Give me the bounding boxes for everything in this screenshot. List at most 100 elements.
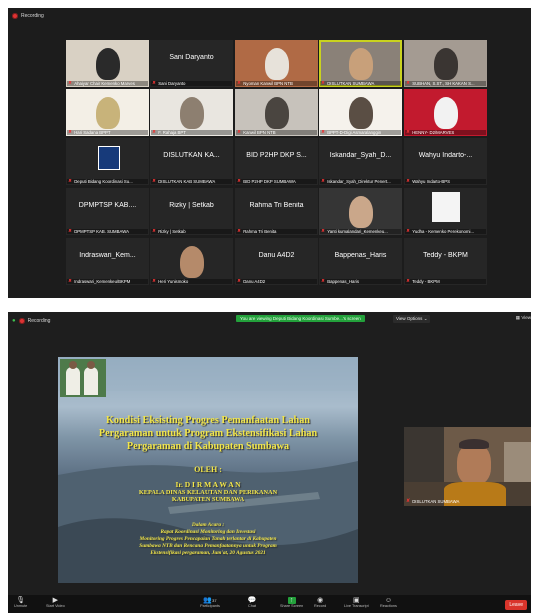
participant-tile[interactable]: Iskandar_Syah_D... ✘ Iskandar_Syah_Direktu… xyxy=(319,138,402,185)
participant-tile[interactable]: ✘ Ahaiyar Chair Kemenko Marves xyxy=(66,40,149,87)
active-speaker-video[interactable]: ✘ DISLUTKAN SUMBAWA xyxy=(404,427,531,506)
participant-name: Nyoman Kanwil BPN NTB xyxy=(243,81,293,86)
gallery-view-window: Recording ✘ Ahaiyar Chair Kemenko Marves S… xyxy=(8,8,531,298)
mic-muted-icon: ✘ xyxy=(237,81,242,86)
participant-tile[interactable]: ✘ Heri Yunismoko xyxy=(150,238,233,285)
participant-video-figure xyxy=(349,97,373,129)
participant-tile[interactable]: Rahma Tri Benita ✘ Rahma Tri Benita xyxy=(235,188,318,235)
slide-agenda: Dalam Acara : Rapat Koordinasi Monitorin… xyxy=(78,522,338,557)
participant-tile[interactable]: ✘ Kanwil BPN NTB xyxy=(235,89,318,136)
slide-title-line-2: Pergaraman untuk Program Ekstensifikasi … xyxy=(98,428,318,439)
participant-tile[interactable]: Rizky | Setkab ✘ Rizky | Setkab xyxy=(150,188,233,235)
mic-muted-icon: ✘ xyxy=(406,179,411,184)
unmute-button[interactable]: 🎙 Unmute xyxy=(14,597,27,608)
participant-caption: ✘ Sani Daryanto xyxy=(151,81,232,86)
participant-caption: ✘ Hari Sadana BPPT xyxy=(67,130,148,135)
participant-caption: ✘ Yanti kumalandari_Kemenkeu... xyxy=(320,229,401,234)
view-options-button[interactable]: View Options ⌄ xyxy=(393,315,431,323)
mic-muted-icon: ✘ xyxy=(237,229,242,234)
participant-video-figure xyxy=(96,97,120,129)
participant-tile[interactable]: DPMPTSP KAB.... ✘ DPMPTSP KAB. SUMBAWA xyxy=(66,188,149,235)
slide-agenda-line-3: Monitoring Progres Pencapaian Tanah terl… xyxy=(139,536,277,542)
participant-tile[interactable]: ✘ Deputi Bidang Koordinasi Su... xyxy=(66,138,149,185)
participant-tile[interactable]: ✘ DISLUTKAN SUMBAWA xyxy=(319,40,402,87)
participant-tile[interactable]: Teddy - BKPM ✘ Teddy - BKPM xyxy=(404,238,487,285)
participant-tile[interactable]: ✘ F. Rahaja BPT xyxy=(150,89,233,136)
participant-name: DISLUTKAN SUMBAWA xyxy=(327,81,375,86)
screen-share-window: ● Recording You are viewing Deputi Bidan… xyxy=(8,312,531,613)
mic-muted-icon: ✘ xyxy=(321,279,326,284)
participant-name: Wahyu Indarto-BPS xyxy=(412,179,451,184)
participant-display-name: Iskandar_Syah_D... xyxy=(329,152,392,159)
slide-title-line-1: Kondisi Eksisting Progres Pemanfaatan La… xyxy=(106,415,310,426)
participant-name: Heri Yunismoko xyxy=(158,279,189,284)
participant-tile[interactable]: ✘ Yanti kumalandari_Kemenkeu... xyxy=(319,188,402,235)
participant-name: Yanti kumalandari_Kemenkeu... xyxy=(327,229,388,234)
participant-tile[interactable]: Wahyu Indarto-... ✘ Wahyu Indarto-BPS xyxy=(404,138,487,185)
participant-tile[interactable]: DISLUTKAN KA... ✘ DISLUTKAN KAB SUMBAWA xyxy=(150,138,233,185)
participant-caption: ✘ Danu A4D2 xyxy=(236,279,317,284)
video-camera-off-icon: ▶ xyxy=(52,597,59,604)
mic-muted-icon: ✘ xyxy=(321,179,326,184)
mic-muted-icon: ✘ xyxy=(152,81,157,86)
view-button[interactable]: ▦ View xyxy=(516,315,531,321)
participant-tile[interactable]: ✘ Hari Sadana BPPT xyxy=(66,89,149,136)
participant-caption: ✘ BPPT-D-Digi Asmaralanggin xyxy=(320,130,401,135)
start-video-button[interactable]: ▶ Start Video xyxy=(46,597,65,608)
participant-tile[interactable]: Indraswari_Kem... ✘ Indraswari_Kemenkeu/BK… xyxy=(66,238,149,285)
participant-video-figure xyxy=(265,97,289,129)
participants-icon: 👥 37 xyxy=(203,597,217,604)
participant-display-name: DPMPTSP KAB.... xyxy=(78,202,137,209)
mic-muted-icon: ✘ xyxy=(321,130,326,135)
participant-name: HENNY- D2/MARVES xyxy=(412,130,455,135)
live-transcript-label: Live Transcript xyxy=(344,604,369,608)
record-button[interactable]: ◉ Record xyxy=(314,597,326,608)
participant-video-figure xyxy=(96,48,120,80)
chat-button[interactable]: 💬 Chat xyxy=(247,597,257,608)
participant-tile[interactable]: ✘ SUBHAN, S.ST., SH KAKAN S... xyxy=(404,40,487,87)
recording-label: Recording xyxy=(21,13,44,19)
reactions-button[interactable]: ☺ Reactions xyxy=(380,597,397,608)
recording-icon-2 xyxy=(18,318,25,324)
mic-muted-icon: ✘ xyxy=(152,130,157,135)
participant-display-name: Danu A4D2 xyxy=(258,252,295,259)
participant-tile[interactable]: Bappenas_Haris ✘ Bappenas_Haris xyxy=(319,238,402,285)
participant-display-name: Rizky | Setkab xyxy=(169,202,214,209)
participant-name: DPMPTSP KAB. SUMBAWA xyxy=(74,229,129,234)
mic-muted-icon: ✘ xyxy=(237,130,242,135)
view-label: View xyxy=(521,315,531,320)
participant-tile[interactable]: ✘ Yudha - Kemenko Perekonomi... xyxy=(404,188,487,235)
participant-display-name: Sani Daryanto xyxy=(169,54,214,61)
slide-presenter: Ir. D I R M A W A N xyxy=(175,480,241,489)
live-transcript-button[interactable]: ▣ Live Transcript xyxy=(344,597,369,608)
participant-caption: ✘ HENNY- D2/MARVES xyxy=(405,130,486,135)
participant-tile[interactable]: Sani Daryanto ✘ Sani Daryanto xyxy=(150,40,233,87)
participant-name: Ahaiyar Chair Kemenko Marves xyxy=(74,81,135,86)
participant-tile[interactable]: Danu A4D2 ✘ Danu A4D2 xyxy=(235,238,318,285)
participant-tile[interactable]: ✘ BPPT-D-Digi Asmaralanggin xyxy=(319,89,402,136)
participants-label: Participants xyxy=(200,604,220,608)
participant-tile[interactable]: ✘ HENNY- D2/MARVES xyxy=(404,89,487,136)
participant-caption: ✘ DPMPTSP KAB. SUMBAWA xyxy=(67,229,148,234)
participant-tile[interactable]: BID P2HP DKP S... ✘ BID P2HP DKP SUMBAWA xyxy=(235,138,318,185)
share-screen-label: Share Screen xyxy=(280,604,304,608)
share-screen-button[interactable]: ↑ Share Screen xyxy=(280,597,303,608)
mic-muted-icon: ✘ xyxy=(406,229,411,234)
slide-title-line-3: Pergaraman di Kabupaten Sumbawa xyxy=(126,441,290,452)
mic-muted-icon: ✘ xyxy=(406,81,411,86)
chat-icon: 💬 xyxy=(247,597,257,604)
participant-name: Indraswari_Kemenkeu/BKPM xyxy=(74,279,131,284)
participant-display-name: BID P2HP DKP S... xyxy=(246,152,307,159)
participant-caption: ✘ Nyoman Kanwil BPN NTB xyxy=(236,81,317,86)
participant-name: Teddy - BKPM xyxy=(412,279,440,284)
speaker-name: DISLUTKAN SUMBAWA xyxy=(412,499,460,504)
participants-button[interactable]: 👥 37 Participants xyxy=(200,597,220,608)
d2-logo-icon xyxy=(98,146,120,170)
participant-video-figure xyxy=(349,48,373,80)
participant-caption: ✘ DISLUTKAN KAB SUMBAWA xyxy=(151,179,232,184)
participant-caption: ✘ Rizky | Setkab xyxy=(151,229,232,234)
leave-button[interactable]: Leave xyxy=(505,600,527,610)
participant-tile[interactable]: ✘ Nyoman Kanwil BPN NTB xyxy=(235,40,318,87)
participant-name: F. Rahaja BPT xyxy=(158,130,186,135)
participant-caption: ✘ Rahma Tri Benita xyxy=(236,229,317,234)
